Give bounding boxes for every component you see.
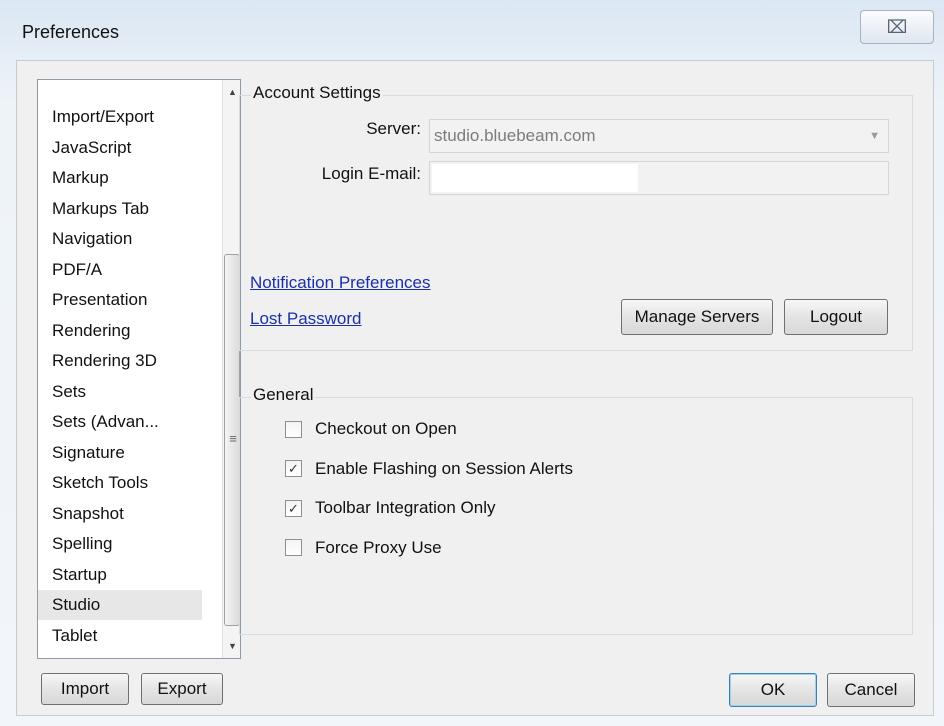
category-item-presentation[interactable]: Presentation — [38, 285, 202, 315]
checkbox[interactable] — [285, 539, 302, 556]
category-item-spelling[interactable]: Spelling — [38, 529, 202, 559]
scroll-down-arrow-icon[interactable]: ▼ — [223, 636, 240, 656]
server-dropdown[interactable]: studio.bluebeam.com ▼ — [429, 119, 889, 153]
category-item-markup[interactable]: Markup — [38, 163, 202, 193]
general-option-label: Enable Flashing on Session Alerts — [315, 458, 573, 478]
checkbox-checked[interactable]: ✓ — [285, 499, 302, 517]
category-item-startup[interactable]: Startup — [38, 560, 202, 590]
checkmark-icon: ✓ — [288, 461, 299, 476]
login-email-label: Login E-mail: — [321, 164, 421, 183]
general-option-row[interactable]: Force Proxy Use — [285, 536, 442, 560]
category-item-javascript[interactable]: JavaScript — [38, 133, 202, 163]
category-item-rendering[interactable]: Rendering — [38, 316, 202, 346]
close-button[interactable]: ⌧ — [860, 10, 934, 44]
dialog-title: Preferences — [22, 22, 120, 42]
general-option-label: Force Proxy Use — [315, 537, 442, 557]
general-option-row[interactable]: ✓ Enable Flashing on Session Alerts — [285, 457, 573, 481]
category-item-webtab[interactable]: WebTab — [38, 651, 202, 658]
checkbox[interactable] — [285, 420, 302, 438]
category-item-studio[interactable]: Studio — [38, 590, 202, 620]
category-item-pdf-a[interactable]: PDF/A — [38, 255, 202, 285]
category-item-markups-tab[interactable]: Markups Tab — [38, 194, 202, 224]
cancel-button[interactable]: Cancel — [827, 673, 915, 707]
server-label: Server: — [366, 119, 421, 138]
import-button[interactable]: Import — [41, 673, 129, 705]
general-option-row[interactable]: Checkout on Open — [285, 417, 457, 441]
server-value: studio.bluebeam.com — [434, 126, 596, 145]
dialog-body: Import/Export JavaScript Markup Markups Tab… — [16, 60, 934, 716]
category-item-tablet[interactable]: Tablet — [38, 621, 202, 651]
general-option-label: Checkout on Open — [315, 419, 457, 438]
category-item-sketch-tools[interactable]: Sketch Tools — [38, 468, 202, 498]
checkbox-checked[interactable]: ✓ — [285, 460, 302, 477]
category-item-snapshot[interactable]: Snapshot — [38, 499, 202, 529]
general-option-label: Toolbar Integration Only — [315, 498, 496, 517]
ok-button[interactable]: OK — [729, 673, 817, 707]
export-button[interactable]: Export — [141, 673, 223, 705]
category-item-sets[interactable]: Sets — [38, 377, 202, 407]
title-bar: Preferences ⌧ — [0, 0, 944, 60]
category-item-signature[interactable]: Signature — [38, 438, 202, 468]
category-list[interactable]: Import/Export JavaScript Markup Markups Tab… — [37, 79, 241, 659]
general-title: General — [251, 385, 316, 405]
login-email-field[interactable] — [429, 161, 889, 195]
email-value-box — [432, 164, 638, 192]
general-option-row[interactable]: ✓ Toolbar Integration Only — [285, 496, 496, 520]
logout-button[interactable]: Logout — [784, 299, 888, 335]
scroll-thumb[interactable]: ≡ — [224, 254, 240, 626]
category-item-rendering-3d[interactable]: Rendering 3D — [38, 346, 202, 376]
category-item-navigation[interactable]: Navigation — [38, 224, 202, 254]
notification-preferences-link[interactable]: Notification Preferences — [250, 273, 430, 293]
account-settings-title: Account Settings — [251, 83, 383, 103]
category-item-sets-advan[interactable]: Sets (Advan... — [38, 407, 202, 437]
manage-servers-button[interactable]: Manage Servers — [621, 299, 773, 335]
chevron-down-icon[interactable]: ▼ — [869, 120, 880, 152]
grip-icon: ≡ — [229, 431, 237, 446]
close-icon: ⌧ — [886, 16, 908, 37]
checkmark-icon: ✓ — [288, 500, 299, 516]
category-item-import-export[interactable]: Import/Export — [38, 102, 202, 132]
lost-password-link[interactable]: Lost Password — [250, 309, 362, 329]
